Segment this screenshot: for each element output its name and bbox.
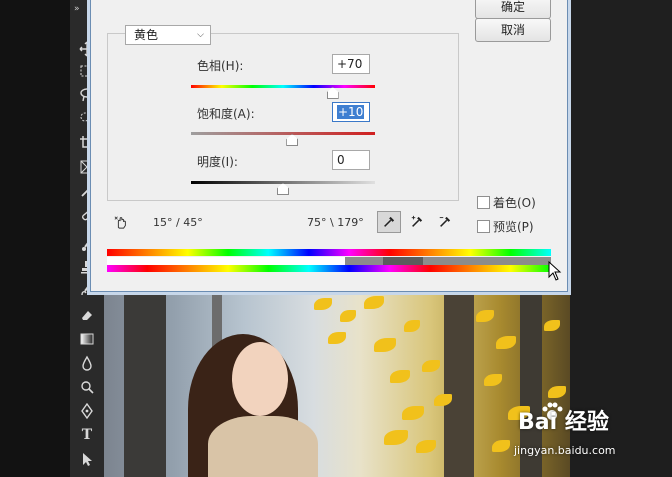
lightness-label: 明度(I): bbox=[197, 155, 238, 169]
hue-saturation-dialog: 确定 取消 黄色 ⌵ 色相(H): +70 饱和度(A): +10 明度(I):… bbox=[90, 0, 568, 292]
saturation-input-value: +10 bbox=[337, 105, 365, 119]
ginkgo-leaf bbox=[364, 296, 384, 309]
expand-panel-icon[interactable]: » bbox=[74, 4, 79, 14]
canvas-photo bbox=[104, 290, 570, 477]
gradient-tool-icon[interactable] bbox=[76, 330, 98, 348]
saturation-slider[interactable] bbox=[191, 132, 375, 146]
ginkgo-leaf bbox=[402, 406, 424, 420]
saturation-input[interactable]: +10 bbox=[332, 102, 370, 122]
adjustment-panel bbox=[107, 33, 459, 201]
hue-slider[interactable] bbox=[191, 85, 375, 99]
preview-label: 预览(P) bbox=[493, 220, 534, 234]
ginkgo-leaf bbox=[484, 374, 502, 386]
pen-tool-icon[interactable] bbox=[76, 402, 98, 420]
dialog-preset-row bbox=[101, 0, 221, 5]
left-dark-strip bbox=[0, 0, 70, 477]
ginkgo-leaf bbox=[422, 360, 440, 372]
blur-tool-icon[interactable] bbox=[76, 354, 98, 372]
channel-select-value: 黄色 bbox=[134, 28, 159, 42]
ginkgo-leaf bbox=[314, 298, 332, 310]
chevron-down-icon: ⌵ bbox=[197, 30, 204, 40]
mouse-cursor-icon bbox=[548, 261, 562, 281]
ginkgo-leaf bbox=[328, 332, 346, 344]
type-tool-icon[interactable]: T bbox=[76, 426, 98, 444]
eyedropper-icon[interactable] bbox=[377, 211, 401, 233]
subtract-from-sample-icon[interactable] bbox=[433, 211, 457, 233]
lightness-input[interactable]: 0 bbox=[332, 150, 370, 170]
ginkgo-leaf bbox=[548, 386, 566, 398]
ginkgo-leaf bbox=[404, 320, 420, 332]
tree-trunk bbox=[444, 290, 474, 477]
color-range-falloff-left[interactable] bbox=[345, 257, 383, 265]
ginkgo-leaf bbox=[476, 310, 494, 322]
woman-face bbox=[232, 342, 288, 416]
preview-checkbox[interactable] bbox=[477, 220, 490, 233]
adjusted-spectrum-bar bbox=[107, 265, 551, 272]
ginkgo-leaf bbox=[492, 440, 510, 452]
ginkgo-leaf bbox=[390, 370, 410, 383]
lightness-slider[interactable] bbox=[191, 181, 375, 195]
color-range-falloff-right[interactable] bbox=[423, 257, 551, 265]
right-degree-readout: 75° \ 179° bbox=[307, 216, 364, 229]
ginkgo-leaf bbox=[416, 440, 436, 453]
hue-input[interactable]: +70 bbox=[332, 54, 370, 74]
eraser-tool-icon[interactable] bbox=[76, 306, 98, 324]
ginkgo-leaf bbox=[384, 430, 408, 445]
colorize-label: 着色(O) bbox=[493, 196, 536, 210]
ok-button[interactable]: 确定 bbox=[475, 0, 551, 19]
cancel-button[interactable]: 取消 bbox=[475, 18, 551, 42]
colorize-checkbox[interactable] bbox=[477, 196, 490, 209]
woman-sweater bbox=[208, 416, 318, 477]
saturation-label: 饱和度(A): bbox=[197, 107, 255, 121]
watermark-brand: Bai 经验 bbox=[518, 410, 609, 435]
targeted-adjustment-hand-icon[interactable] bbox=[109, 211, 133, 233]
ginkgo-leaf bbox=[374, 338, 396, 352]
source-spectrum-bar bbox=[107, 249, 551, 256]
watermark-url: jingyan.baidu.com bbox=[514, 444, 616, 457]
ginkgo-leaf bbox=[544, 320, 560, 331]
path-selection-tool-icon[interactable] bbox=[76, 450, 98, 468]
color-range-core[interactable] bbox=[383, 257, 423, 265]
hue-label: 色相(H): bbox=[197, 59, 244, 73]
left-degree-readout: 15° / 45° bbox=[153, 216, 203, 229]
dodge-tool-icon[interactable] bbox=[76, 378, 98, 396]
add-to-sample-icon[interactable] bbox=[405, 211, 429, 233]
ginkgo-leaf bbox=[340, 310, 356, 322]
channel-select[interactable]: 黄色 ⌵ bbox=[125, 25, 211, 45]
tree-trunk bbox=[124, 290, 166, 477]
ginkgo-leaf bbox=[496, 336, 516, 349]
